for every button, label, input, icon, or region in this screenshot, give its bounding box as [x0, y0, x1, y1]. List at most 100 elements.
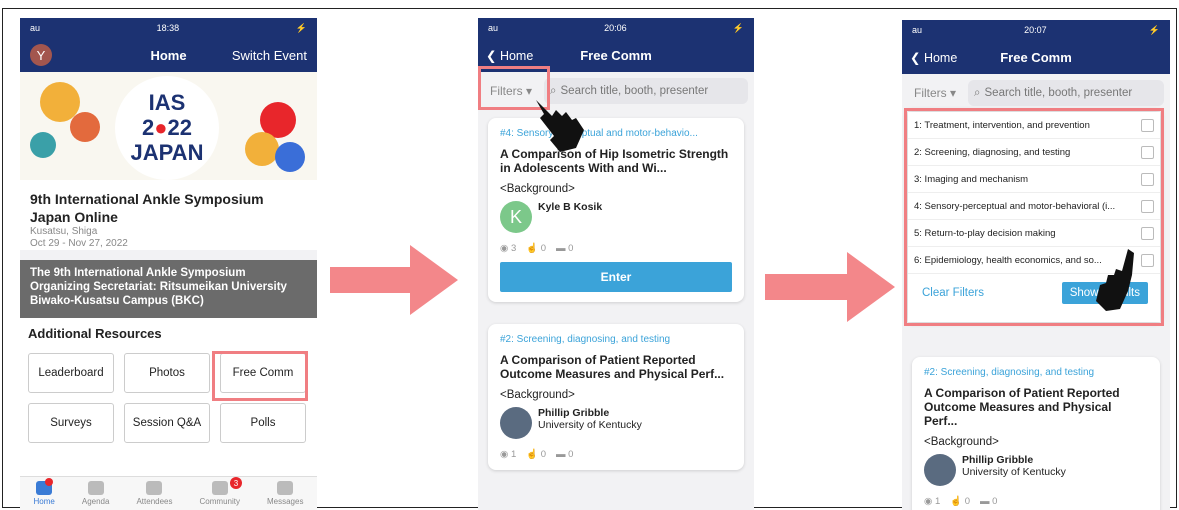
event-location: Kusatsu, Shiga [20, 226, 317, 238]
likes-stat: ☝ 0 [526, 449, 546, 460]
clock: 18:38 [156, 23, 180, 33]
flower-decoration [275, 142, 305, 172]
abstract-card[interactable]: #4: Sensory-perceptual and motor-behavio… [488, 118, 744, 302]
views-stat: ◉ 1 [500, 449, 516, 460]
likes-count: 0 [964, 496, 970, 507]
comments-stat: ▬ 0 [980, 496, 997, 507]
switch-event-button[interactable]: Switch Event [232, 48, 307, 63]
tab-community[interactable]: Community 3 [199, 477, 242, 510]
logo-dot: ● [154, 115, 168, 140]
comments-stat: ▬ 0 [556, 243, 573, 254]
tab-agenda[interactable]: Agenda [81, 477, 110, 510]
abstract-title: A Comparison of Patient Reported Outcome… [500, 353, 725, 381]
phone-screen-home: au 18:38 ⚡ Y Home Switch Event IAS 2●22 … [20, 18, 317, 510]
filter-bar: Filters ▾ ⌕ Search title, booth, presente… [902, 74, 1170, 112]
back-label: Home [923, 50, 958, 65]
abstract-card[interactable]: #2: Screening, diagnosing, and testing A… [912, 357, 1160, 510]
back-button[interactable]: ❮ Home [478, 48, 533, 63]
category-tag[interactable]: #2: Screening, diagnosing, and testing [500, 334, 732, 345]
logo-year: 2●22 [115, 115, 219, 140]
surveys-button[interactable]: Surveys [28, 403, 114, 443]
card-stats: ◉ 1 ☝ 0 ▬ 0 [500, 449, 732, 460]
caret-down-icon: ▾ [950, 86, 957, 100]
search-icon: ⌕ [974, 86, 981, 99]
views-count: 1 [934, 496, 941, 507]
community-badge: 3 [229, 477, 242, 489]
views-count: 1 [510, 449, 517, 460]
presenter: Phillip Gribble University of Kentucky [924, 454, 1148, 486]
eye-icon: ◉ [500, 449, 511, 460]
avatar: K [500, 201, 532, 233]
presenter-org: University of Kentucky [962, 466, 1066, 478]
presenter-org: University of Kentucky [538, 419, 642, 431]
resources-heading: Additional Resources [28, 326, 162, 341]
category-tag[interactable]: #2: Screening, diagnosing, and testing [924, 367, 1148, 378]
attendees-icon [146, 481, 163, 495]
presenter: K Kyle B Kosik [500, 201, 732, 233]
filters-label: Filters [914, 86, 947, 100]
session-qa-button[interactable]: Session Q&A [124, 403, 210, 443]
abstract-background: <Background> [500, 389, 575, 401]
filters-dropdown[interactable]: Filters ▾ [908, 86, 962, 100]
abstract-title: A Comparison of Patient Reported Outcome… [924, 386, 1120, 428]
avatar [924, 454, 956, 486]
photos-button[interactable]: Photos [124, 353, 210, 393]
tab-bar: Home Agenda Attendees Community 3 Message… [20, 476, 317, 510]
logo-text: IAS [148, 90, 186, 115]
comment-icon: ▬ [980, 496, 993, 507]
tab-label: Community [199, 497, 240, 506]
status-bar: au 20:06 ⚡ [478, 18, 754, 38]
clock: 20:07 [1024, 25, 1047, 35]
notification-dot [44, 478, 53, 486]
avatar [500, 407, 532, 439]
event-banner: IAS 2●22 JAPAN [20, 72, 317, 180]
flower-decoration [70, 112, 100, 142]
card-stats: ◉ 3 ☝ 0 ▬ 0 [500, 243, 732, 254]
chevron-left-icon: ❮ [486, 48, 500, 63]
tab-messages[interactable]: Messages [267, 477, 303, 510]
flow-arrow [765, 252, 895, 322]
leaderboard-button[interactable]: Leaderboard [28, 353, 114, 393]
likes-count: 0 [540, 243, 546, 254]
pointing-hand-icon [536, 100, 584, 152]
tab-home[interactable]: Home [34, 477, 55, 510]
community-icon [211, 481, 228, 495]
tab-attendees[interactable]: Attendees [136, 477, 173, 510]
presenter-name: Phillip Gribble [962, 454, 1034, 466]
free-comm-highlight [212, 351, 308, 401]
abstract-background: <Background> [924, 436, 999, 448]
status-bar: au 20:07 ⚡ [902, 20, 1170, 40]
carrier: au [912, 25, 923, 35]
battery-icon: ⚡ [1148, 24, 1160, 35]
tab-label: Agenda [81, 497, 110, 506]
back-button[interactable]: ❮ Home [902, 50, 957, 65]
abstract-card[interactable]: #2: Screening, diagnosing, and testing A… [488, 324, 744, 470]
eye-icon: ◉ [500, 243, 511, 254]
battery-icon: ⚡ [295, 22, 307, 33]
flower-decoration [245, 132, 279, 166]
organizer-map[interactable]: The 9th International Ankle Symposium Or… [20, 260, 317, 318]
logo-text: JAPAN [130, 140, 204, 165]
flower-decoration [30, 132, 56, 158]
likes-stat: ☝ 0 [526, 243, 546, 254]
tab-label: Messages [266, 497, 304, 506]
polls-button[interactable]: Polls [220, 403, 306, 443]
likes-stat: ☝ 0 [950, 496, 970, 507]
chevron-left-icon: ❮ [910, 50, 924, 65]
presenter-name: Phillip Gribble [538, 407, 610, 419]
enter-button[interactable]: Enter [500, 262, 732, 292]
logo-year-part: 2 [141, 115, 155, 140]
event-title: 9th International Ankle Symposium Japan … [20, 180, 317, 226]
flow-arrow [330, 245, 458, 315]
tab-label: Attendees [136, 497, 173, 506]
search-input[interactable]: ⌕ Search title, booth, presenter [968, 80, 1164, 106]
ias-logo: IAS 2●22 JAPAN [115, 76, 219, 180]
presenter: Phillip Gribble University of Kentucky [500, 407, 732, 439]
avatar[interactable]: Y [30, 44, 52, 66]
nav-bar: Y Home Switch Event [20, 38, 317, 72]
carrier: au [30, 23, 41, 33]
clock: 20:06 [604, 23, 627, 33]
thumbs-up-icon: ☝ [526, 449, 541, 460]
comments-count: 0 [568, 449, 574, 460]
comments-count: 0 [568, 243, 574, 254]
